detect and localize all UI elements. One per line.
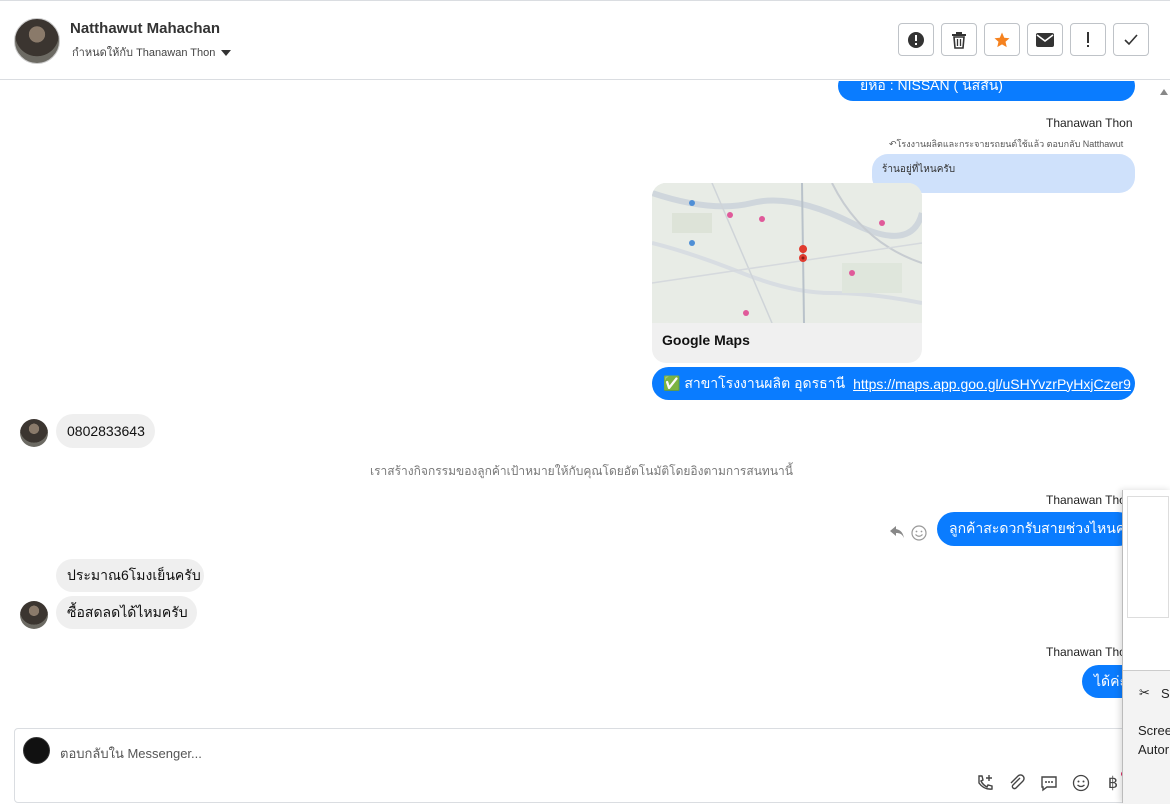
incoming-message[interactable]: ประมาณ6โมงเย็นครับ	[56, 559, 204, 592]
incoming-message[interactable]: ซื้อสดลดได้ไหมครับ	[56, 596, 197, 629]
message-text: ซื้อสดลดได้ไหมครับ	[67, 603, 188, 620]
sender-name: Thanawan Thon	[1046, 645, 1133, 659]
composer-toolbar: ฿	[975, 771, 1127, 793]
chevron-down-icon	[221, 50, 232, 57]
map-graphic	[652, 183, 922, 323]
notification-line: Autor	[1138, 742, 1170, 757]
header-actions	[898, 23, 1149, 56]
map-title: Google Maps	[662, 332, 750, 348]
exclamation-icon	[1087, 31, 1089, 47]
assignee-dropdown[interactable]: กำหนดให้กับ Thanawan Thon	[72, 43, 232, 61]
saved-replies-icon[interactable]	[1039, 773, 1059, 793]
message-thread[interactable]: ยี่ห้อ : NISSAN ( นิสสัน) Thanawan Thon …	[0, 81, 1170, 726]
payment-icon[interactable]: ฿	[1103, 771, 1127, 793]
message-text: 0802833643	[67, 423, 145, 439]
scroll-up-arrow-icon[interactable]	[1160, 89, 1168, 95]
placeholder-app: Messenger...	[127, 746, 202, 761]
scissors-icon: ✂	[1139, 685, 1150, 700]
sender-name: Thanawan Thon	[1046, 493, 1133, 507]
reply-context: ↶โรงงานผลิตและกระจายรถยนต์ใช้แล้ว ตอบกลั…	[889, 137, 1123, 151]
reply-input[interactable]: ตอบกลับใน Messenger...	[60, 743, 202, 764]
message-text: ยี่ห้อ : NISSAN ( นิสสัน)	[860, 81, 1003, 93]
reply-context-text: โรงงานผลิตและกระจายรถยนต์ใช้แล้ว ตอบกลับ…	[896, 139, 1124, 149]
notification-line: Scree	[1138, 723, 1170, 738]
notification-title: S	[1161, 686, 1170, 701]
map-preview-card[interactable]: Google Maps	[652, 183, 922, 363]
contact-avatar[interactable]	[14, 18, 60, 64]
star-icon	[994, 32, 1010, 47]
contact-avatar-small[interactable]	[20, 419, 48, 447]
emoji-react-icon[interactable]	[911, 525, 927, 546]
assignee-label: กำหนดให้กับ Thanawan Thon	[72, 47, 216, 59]
page-avatar	[23, 737, 50, 764]
contact-avatar-small[interactable]	[20, 601, 48, 629]
envelope-icon	[1036, 32, 1054, 47]
screenshot-toast[interactable]: ✂ S Scree Autor	[1122, 490, 1170, 804]
outgoing-message[interactable]: ✅ สาขาโรงงานผลิต อุดรธานี https://maps.a…	[652, 367, 1135, 400]
outgoing-message[interactable]: ยี่ห้อ : NISSAN ( นิสสัน)	[838, 81, 1135, 101]
call-plus-icon[interactable]	[975, 773, 995, 793]
mark-done-button[interactable]	[1113, 23, 1149, 56]
mark-unread-button[interactable]	[1027, 23, 1063, 56]
trash-icon	[952, 31, 966, 49]
checkmark-icon	[1124, 33, 1138, 45]
alert-circle-icon	[908, 31, 924, 48]
sender-name: Thanawan Thon	[1046, 116, 1133, 130]
emoji-icon[interactable]	[1071, 773, 1091, 793]
placeholder-prefix: ตอบกลับใน	[60, 746, 124, 761]
reply-action-icon[interactable]	[889, 525, 905, 544]
snipping-notification[interactable]: ✂ S Scree Autor	[1123, 670, 1170, 804]
spam-button[interactable]	[898, 23, 934, 56]
outgoing-message[interactable]: ลูกค้าสะดวกรับสายช่วงไหนคะ	[937, 512, 1135, 546]
contact-name[interactable]: Natthawut Mahachan	[70, 20, 220, 37]
paperclip-icon[interactable]	[1007, 773, 1027, 793]
quoted-text: ร้านอยู่ที่ไหนครับ	[882, 164, 956, 175]
location-text: ✅ สาขาโรงงานผลิต อุดรธานี	[663, 374, 846, 391]
reply-composer[interactable]: ตอบกลับใน Messenger... ฿	[14, 728, 1170, 803]
map-image[interactable]	[652, 183, 922, 323]
incoming-message[interactable]: 0802833643	[56, 414, 155, 448]
star-button[interactable]	[984, 23, 1020, 56]
follow-up-button[interactable]	[1070, 23, 1106, 56]
location-link[interactable]: https://maps.app.goo.gl/uSHYvzrPyHxjCzer…	[853, 376, 1131, 392]
delete-button[interactable]	[941, 23, 977, 56]
system-note: เราสร้างกิจกรรมของลูกค้าเป้าหมายให้กับคุ…	[370, 464, 793, 478]
message-text: ลูกค้าสะดวกรับสายช่วงไหนคะ	[949, 520, 1133, 536]
reply-icon: ↶	[889, 139, 897, 149]
conversation-header: Natthawut Mahachan กำหนดให้กับ Thanawan …	[0, 0, 1170, 80]
screenshot-thumbnail[interactable]	[1127, 496, 1169, 618]
message-text: ประมาณ6โมงเย็นครับ	[67, 566, 201, 583]
